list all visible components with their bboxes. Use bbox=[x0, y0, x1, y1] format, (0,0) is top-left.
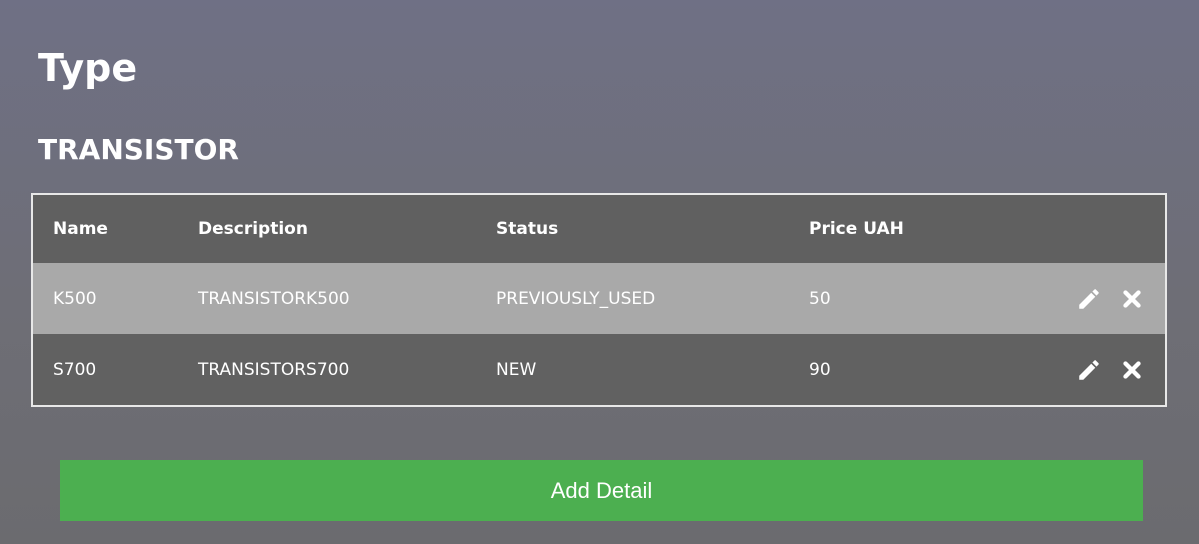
cell-price: 90 bbox=[789, 334, 1029, 405]
cell-name: S700 bbox=[33, 334, 178, 405]
cell-name: K500 bbox=[33, 263, 178, 334]
details-table-container: Name Description Status Price UAH K500 T… bbox=[31, 193, 1167, 407]
add-detail-button[interactable]: Add Detail bbox=[60, 460, 1143, 521]
cell-actions bbox=[1029, 263, 1165, 334]
column-header-name: Name bbox=[33, 195, 178, 263]
column-header-actions bbox=[1029, 195, 1165, 263]
column-header-status: Status bbox=[476, 195, 789, 263]
table-header-row: Name Description Status Price UAH bbox=[33, 195, 1165, 263]
close-icon[interactable] bbox=[1119, 286, 1145, 312]
pencil-icon[interactable] bbox=[1076, 286, 1102, 312]
cell-description: TRANSISTORK500 bbox=[178, 263, 476, 334]
cell-price: 50 bbox=[789, 263, 1029, 334]
type-name-heading: TRANSISTOR bbox=[38, 133, 239, 166]
pencil-icon[interactable] bbox=[1076, 357, 1102, 383]
details-table: Name Description Status Price UAH K500 T… bbox=[33, 195, 1165, 405]
cell-status: PREVIOUSLY_USED bbox=[476, 263, 789, 334]
column-header-price: Price UAH bbox=[789, 195, 1029, 263]
table-row: K500 TRANSISTORK500 PREVIOUSLY_USED 50 bbox=[33, 263, 1165, 334]
close-icon[interactable] bbox=[1119, 357, 1145, 383]
cell-description: TRANSISTORS700 bbox=[178, 334, 476, 405]
column-header-description: Description bbox=[178, 195, 476, 263]
table-row: S700 TRANSISTORS700 NEW 90 bbox=[33, 334, 1165, 405]
cell-status: NEW bbox=[476, 334, 789, 405]
page-title: Type bbox=[38, 46, 138, 90]
cell-actions bbox=[1029, 334, 1165, 405]
